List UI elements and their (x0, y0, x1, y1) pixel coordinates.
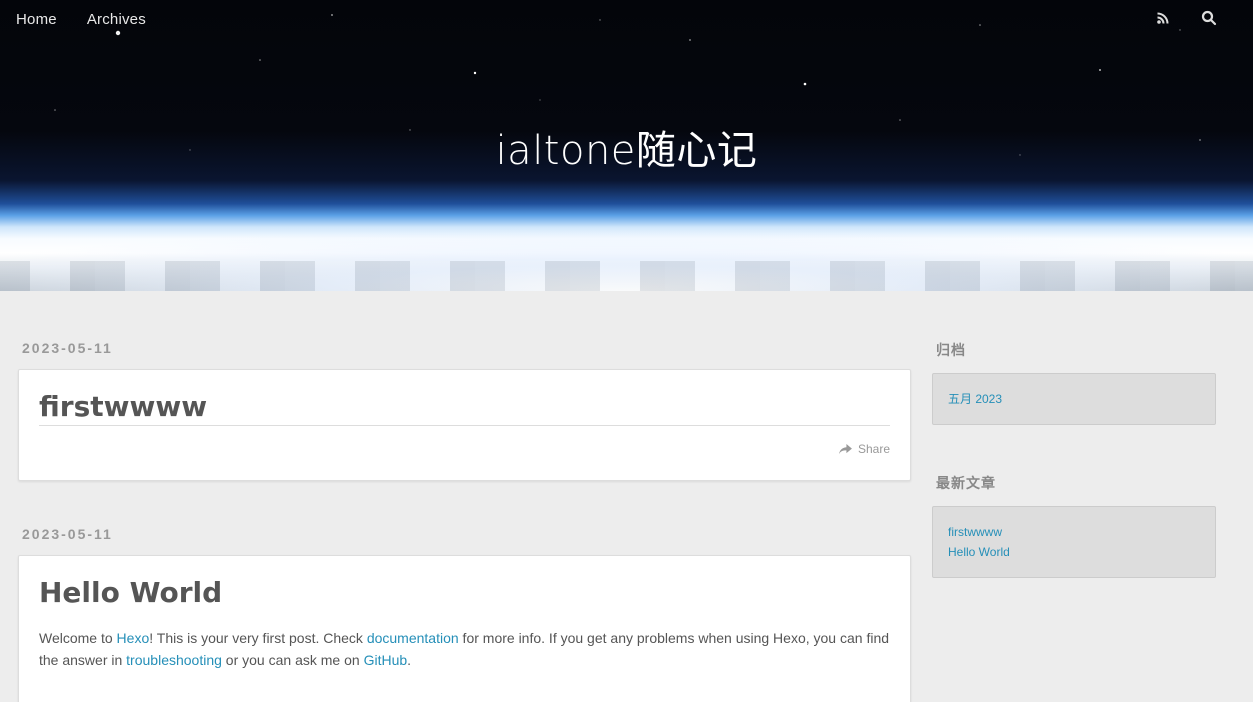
nav-icons (1155, 10, 1217, 26)
recent-posts-widget-title: 最新文章 (936, 475, 996, 491)
nav-home-link[interactable]: Home (16, 11, 57, 28)
share-icon (839, 443, 852, 454)
cloud-layer (0, 261, 1253, 291)
share-label: Share (857, 442, 890, 456)
main-content: 2023-05-11 firstwwww Share 2023-05-11 He… (18, 340, 911, 702)
post-body: Welcome to Hexo! This is your very first… (39, 627, 890, 671)
archive-link[interactable]: 五月 2023 (948, 389, 1200, 409)
post-title[interactable]: Hello World (39, 576, 890, 609)
main-nav: Home Archives (16, 11, 146, 28)
hexo-link[interactable]: Hexo (117, 630, 150, 646)
post-title[interactable]: firstwwww (39, 390, 890, 426)
post-card: Hello World Welcome to Hexo! This is you… (18, 555, 911, 702)
recent-post-link[interactable]: firstwwww (948, 522, 1200, 542)
recent-posts-widget: firstwwww Hello World (932, 506, 1216, 578)
documentation-link[interactable]: documentation (367, 630, 459, 646)
recent-post-link[interactable]: Hello World (948, 542, 1200, 562)
site-title[interactable]: ialtone随心记 (0, 118, 1253, 176)
troubleshooting-link[interactable]: troubleshooting (126, 652, 222, 668)
nav-archives-link[interactable]: Archives (87, 11, 146, 28)
archive-widget-title: 归档 (936, 342, 966, 358)
archive-widget: 五月 2023 (932, 373, 1216, 425)
sidebar: 归档 五月 2023 最新文章 firstwwww Hello World (932, 340, 1216, 578)
rss-icon[interactable] (1155, 10, 1171, 26)
github-link[interactable]: GitHub (364, 652, 408, 668)
site-banner: Home Archives ialtone随心记 (0, 0, 1253, 291)
post-date[interactable]: 2023-05-11 (22, 526, 911, 542)
body-text: ! This is your very first post. Check (149, 630, 367, 646)
body-text: Welcome to (39, 630, 117, 646)
post-date[interactable]: 2023-05-11 (22, 340, 911, 356)
body-text: . (407, 652, 412, 668)
body-text: or you can ask me on (221, 652, 364, 668)
search-icon[interactable] (1201, 10, 1217, 26)
share-button[interactable]: Share (839, 442, 890, 456)
post-card: firstwwww Share (18, 369, 911, 481)
